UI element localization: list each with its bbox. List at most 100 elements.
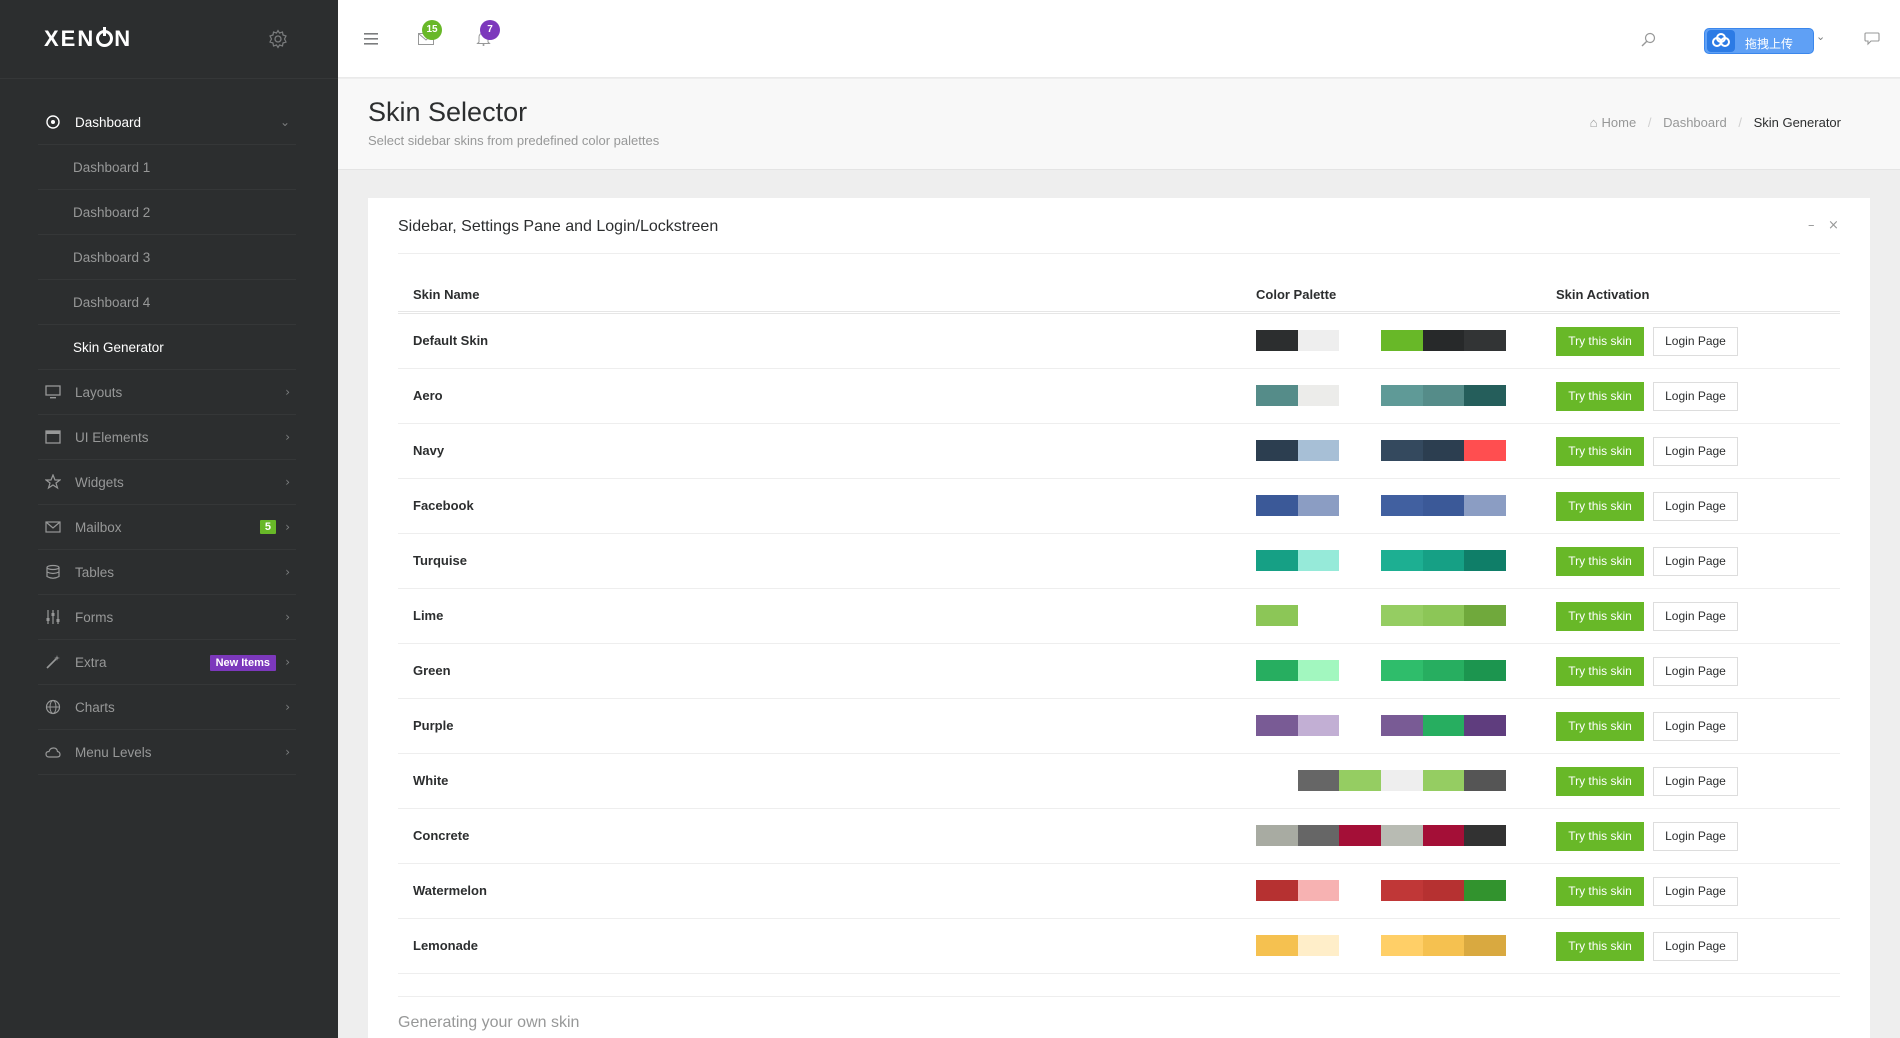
login-page-button[interactable]: Login Page (1653, 602, 1738, 631)
login-page-button[interactable]: Login Page (1653, 767, 1738, 796)
try-skin-button[interactable]: Try this skin (1556, 327, 1644, 356)
try-skin-button[interactable]: Try this skin (1556, 547, 1644, 576)
login-page-button[interactable]: Login Page (1653, 492, 1738, 521)
chevron-right-icon: › (285, 475, 290, 489)
logo[interactable]: XEN N (44, 26, 132, 52)
breadcrumb: ⌂ Home / Dashboard / Skin Generator (1590, 115, 1841, 130)
sidebar-item-dashboard-2[interactable]: Dashboard 2 (38, 190, 296, 235)
color-swatch (1464, 440, 1507, 461)
chevron-down-icon[interactable]: ⌄ (1816, 30, 1825, 43)
table-row: Watermelon Try this skin Login Page (398, 864, 1840, 919)
breadcrumb-dashboard[interactable]: Dashboard (1663, 115, 1727, 130)
cloud-upload-icon (1707, 30, 1735, 52)
sidebar-item-dashboard-4[interactable]: Dashboard 4 (38, 280, 296, 325)
sidebar-item-charts[interactable]: Charts › (38, 685, 296, 730)
color-swatch (1464, 715, 1507, 736)
panel-title: Sidebar, Settings Pane and Login/Lockstr… (398, 218, 719, 235)
login-page-button[interactable]: Login Page (1653, 712, 1738, 741)
color-swatch (1339, 935, 1382, 956)
color-swatch (1339, 495, 1382, 516)
sidebar-item-menu-levels[interactable]: Menu Levels › (38, 730, 296, 775)
table-row: Green Try this skin Login Page (398, 644, 1840, 699)
color-palette (1256, 770, 1507, 791)
minimize-panel-button[interactable]: – (1808, 218, 1815, 233)
star-icon (45, 474, 61, 490)
sidebar-item-skin-generator[interactable]: Skin Generator (38, 325, 296, 370)
sidebar-item-label: Menu Levels (75, 745, 152, 760)
messages-button[interactable]: 15 (418, 20, 442, 50)
try-skin-button[interactable]: Try this skin (1556, 382, 1644, 411)
login-page-button[interactable]: Login Page (1653, 932, 1738, 961)
sidebar-item-forms[interactable]: Forms › (38, 595, 296, 640)
column-header-skin-name: Skin Name (413, 287, 480, 302)
hamburger-menu-icon[interactable] (364, 33, 378, 45)
color-swatch (1339, 770, 1382, 791)
skin-name: Concrete (413, 828, 470, 843)
try-skin-button[interactable]: Try this skin (1556, 712, 1644, 741)
sidebar-item-dashboard-1[interactable]: Dashboard 1 (38, 145, 296, 190)
color-swatch (1422, 935, 1465, 956)
login-page-button[interactable]: Login Page (1653, 547, 1738, 576)
try-skin-button[interactable]: Try this skin (1556, 602, 1644, 631)
color-swatch (1339, 825, 1382, 846)
sidebar-item-dashboard[interactable]: Dashboard ⌄ (38, 100, 296, 145)
login-page-button[interactable]: Login Page (1653, 382, 1738, 411)
color-swatch (1381, 495, 1423, 516)
login-page-button[interactable]: Login Page (1653, 877, 1738, 906)
try-skin-button[interactable]: Try this skin (1556, 492, 1644, 521)
try-skin-button[interactable]: Try this skin (1556, 767, 1644, 796)
table-header: Skin Name Color Palette Skin Activation (398, 278, 1840, 314)
try-skin-button[interactable]: Try this skin (1556, 932, 1644, 961)
sidebar-item-dashboard-3[interactable]: Dashboard 3 (38, 235, 296, 280)
close-panel-button[interactable]: × (1828, 218, 1839, 233)
color-swatch (1381, 330, 1423, 351)
sidebar: XEN N Dashboard ⌄ Dashboard 1 Dashboard 2 Das… (0, 0, 338, 1038)
sidebar-item-tables[interactable]: Tables › (38, 550, 296, 595)
try-skin-button[interactable]: Try this skin (1556, 822, 1644, 851)
skin-name: Navy (413, 443, 445, 458)
color-swatch (1256, 385, 1298, 406)
column-header-skin-activation: Skin Activation (1556, 287, 1650, 302)
color-swatch (1422, 330, 1465, 351)
sidebar-item-mailbox[interactable]: Mailbox 5 › (38, 505, 296, 550)
skin-name: Turquise (413, 553, 467, 568)
color-swatch (1256, 605, 1298, 626)
breadcrumb-separator: / (1738, 115, 1742, 130)
color-swatch (1339, 660, 1382, 681)
sidebar-item-extra[interactable]: Extra New Items › (38, 640, 296, 685)
try-skin-button[interactable]: Try this skin (1556, 877, 1644, 906)
color-swatch (1256, 660, 1298, 681)
color-swatch (1339, 715, 1382, 736)
chat-icon[interactable] (1864, 32, 1880, 46)
try-skin-button[interactable]: Try this skin (1556, 657, 1644, 686)
breadcrumb-separator: / (1647, 115, 1652, 130)
sidebar-item-widgets[interactable]: Widgets › (38, 460, 296, 505)
upload-drag-button[interactable]: 拖拽上传 (1704, 28, 1814, 54)
color-swatch (1297, 935, 1340, 956)
login-page-button[interactable]: Login Page (1653, 437, 1738, 466)
notifications-button[interactable]: 7 (476, 20, 500, 50)
sidebar-item-label: Forms (75, 610, 114, 625)
sidebar-item-label: UI Elements (75, 430, 149, 445)
magic-icon (46, 655, 60, 669)
skin-name: Aero (413, 388, 443, 403)
breadcrumb-home[interactable]: Home (1602, 115, 1637, 130)
try-skin-button[interactable]: Try this skin (1556, 437, 1644, 466)
sidebar-item-ui-elements[interactable]: UI Elements › (38, 415, 296, 460)
color-palette (1256, 715, 1507, 736)
notifications-badge: 7 (480, 20, 500, 40)
sidebar-item-label: Dashboard 4 (73, 295, 151, 310)
color-palette (1256, 495, 1507, 516)
login-page-button[interactable]: Login Page (1653, 657, 1738, 686)
login-page-button[interactable]: Login Page (1653, 327, 1738, 356)
globe-icon (45, 699, 61, 715)
sidebar-item-layouts[interactable]: Layouts › (38, 370, 296, 415)
dashboard-icon (46, 115, 60, 129)
search-icon[interactable] (1641, 32, 1656, 47)
login-page-button[interactable]: Login Page (1653, 822, 1738, 851)
settings-gear-icon[interactable] (268, 29, 288, 49)
color-swatch (1256, 440, 1298, 461)
color-swatch (1464, 495, 1507, 516)
color-swatch (1422, 825, 1465, 846)
sidebar-badge: 5 (259, 520, 276, 534)
